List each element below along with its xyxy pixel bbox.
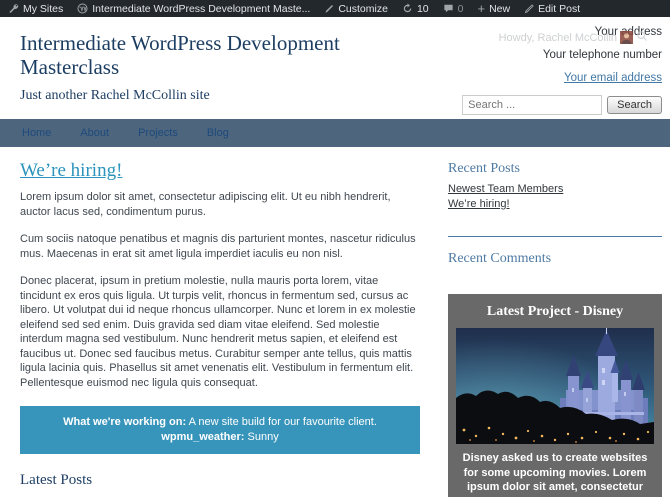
nav-item-home[interactable]: Home [22,127,51,139]
latest-project-widget: Latest Project - Disney Disney asked us … [448,294,662,497]
comment-bubble-icon [443,3,454,14]
sidebar-divider [448,236,662,237]
site-header: Intermediate WordPress Development Maste… [0,17,670,115]
callout-label: What we're working on: [63,416,187,428]
update-icon [402,3,413,14]
header-contact-widget: Your address Your telephone number Your … [462,26,662,115]
new-label: New [489,2,511,15]
search-button[interactable]: Search [607,96,662,114]
callout-weather-label: wpmu_weather: [161,431,245,443]
customize-pencil-icon [324,4,334,14]
customize-menu[interactable]: Customize [324,3,388,15]
edit-post-menu[interactable]: Edit Post [524,3,580,15]
contact-phone: Your telephone number [542,49,662,61]
recent-post-link[interactable]: We’re hiring! [448,198,510,210]
callout-text: A new site build for our favourite clien… [188,416,377,428]
main-nav: Home About Projects Blog [0,119,670,147]
recent-comments-heading: Recent Comments [448,251,552,266]
recent-post-link[interactable]: Newest Team Members [448,183,563,195]
list-item: Newest Team Members [448,182,662,197]
comments-menu[interactable]: 0 [443,2,464,15]
latest-posts-heading: Latest Posts [20,472,93,488]
site-name-label: Intermediate WordPress Development Maste… [92,2,311,15]
post-paragraph: Lorem ipsum dolor sit amet, consectetur … [20,191,391,218]
updates-menu[interactable]: 10 [402,3,429,15]
contact-address: Your address [594,26,662,38]
plus-icon: + [477,0,486,16]
callout-weather-value: Sunny [247,431,279,443]
comment-count: 0 [457,2,464,15]
wrench-icon [8,3,19,14]
project-widget-description: Disney asked us to create websites for s… [462,452,648,497]
search-input[interactable] [462,95,603,115]
post-title-link[interactable]: We’re hiring! [20,160,122,181]
edit-post-label: Edit Post [538,2,581,15]
list-item: We’re hiring! [448,197,662,212]
post-paragraph: Donec placerat, ipsum in pretium molesti… [20,275,416,389]
nav-item-projects[interactable]: Projects [138,127,178,139]
update-count: 10 [416,2,429,15]
recent-posts-heading: Recent Posts [448,161,520,176]
search-form: Search [462,95,662,115]
site-title[interactable]: Intermediate WordPress Development Maste… [20,31,440,79]
main-content: We’re hiring! Lorem ipsum dolor sit amet… [20,147,420,497]
new-content-menu[interactable]: + New [477,0,511,16]
contact-email-link[interactable]: Your email address [564,72,662,84]
site-name-menu[interactable]: Intermediate WordPress Development Maste… [77,3,310,15]
recent-posts-list: Newest Team Members We’re hiring! [448,182,662,212]
nav-item-blog[interactable]: Blog [207,127,229,139]
my-sites-label: My Sites [23,2,64,15]
customize-label: Customize [338,2,388,15]
nav-item-about[interactable]: About [80,127,109,139]
admin-bar: My Sites Intermediate WordPress Developm… [0,0,670,17]
edit-pencil-icon [524,3,534,14]
disney-castle-photo [456,328,654,444]
working-on-callout: What we're working on: A new site build … [20,406,420,454]
post-paragraph: Cum sociis natoque penatibus et magnis d… [20,233,416,260]
sidebar: Recent Posts Newest Team Members We’re h… [448,147,662,497]
project-widget-title: Latest Project - Disney [486,304,624,319]
my-sites-menu[interactable]: My Sites [8,3,63,15]
wordpress-logo-icon [77,3,88,14]
